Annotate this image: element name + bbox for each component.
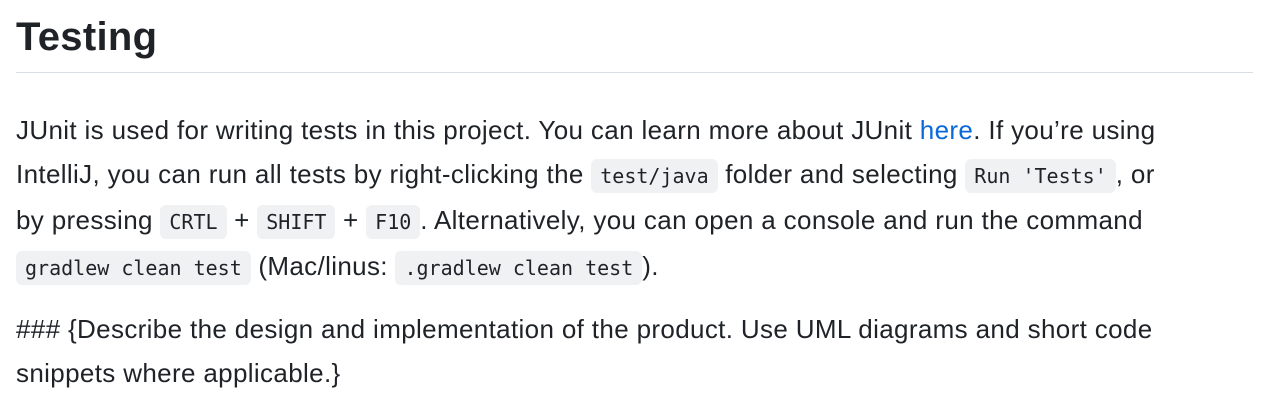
inline-code: test/java (591, 159, 718, 193)
text: + (335, 205, 367, 235)
inline-code: .gradlew clean test (395, 251, 643, 285)
text: IntelliJ, you can run all tests by right… (16, 159, 592, 189)
inline-code: gradlew clean test (16, 251, 251, 285)
inline-code: SHIFT (257, 205, 336, 239)
text: ). (642, 251, 659, 281)
text: . Alternatively, you can open a console … (420, 205, 1143, 235)
inline-code: CRTL (160, 205, 227, 239)
text: by pressing (16, 205, 161, 235)
text: folder and selecting (717, 159, 966, 189)
text: snippets where applicable.} (16, 358, 341, 388)
text: JUnit is used for writing tests in this … (16, 115, 920, 145)
design-paragraph: ### {Describe the design and implementat… (16, 307, 1253, 395)
text: , or (1115, 159, 1155, 189)
text: ### {Describe the design and implementat… (16, 314, 1153, 344)
junit-link[interactable]: here (920, 115, 973, 145)
markdown-body: Testing JUnit is used for writing tests … (16, 0, 1253, 395)
section-heading: Testing (16, 0, 1253, 73)
text: (Mac/linus: (250, 251, 396, 281)
inline-code: F10 (366, 205, 421, 239)
inline-code: Run 'Tests' (965, 159, 1116, 193)
text: . If you’re using (973, 115, 1156, 145)
testing-paragraph: JUnit is used for writing tests in this … (16, 108, 1253, 290)
text: + (226, 205, 258, 235)
